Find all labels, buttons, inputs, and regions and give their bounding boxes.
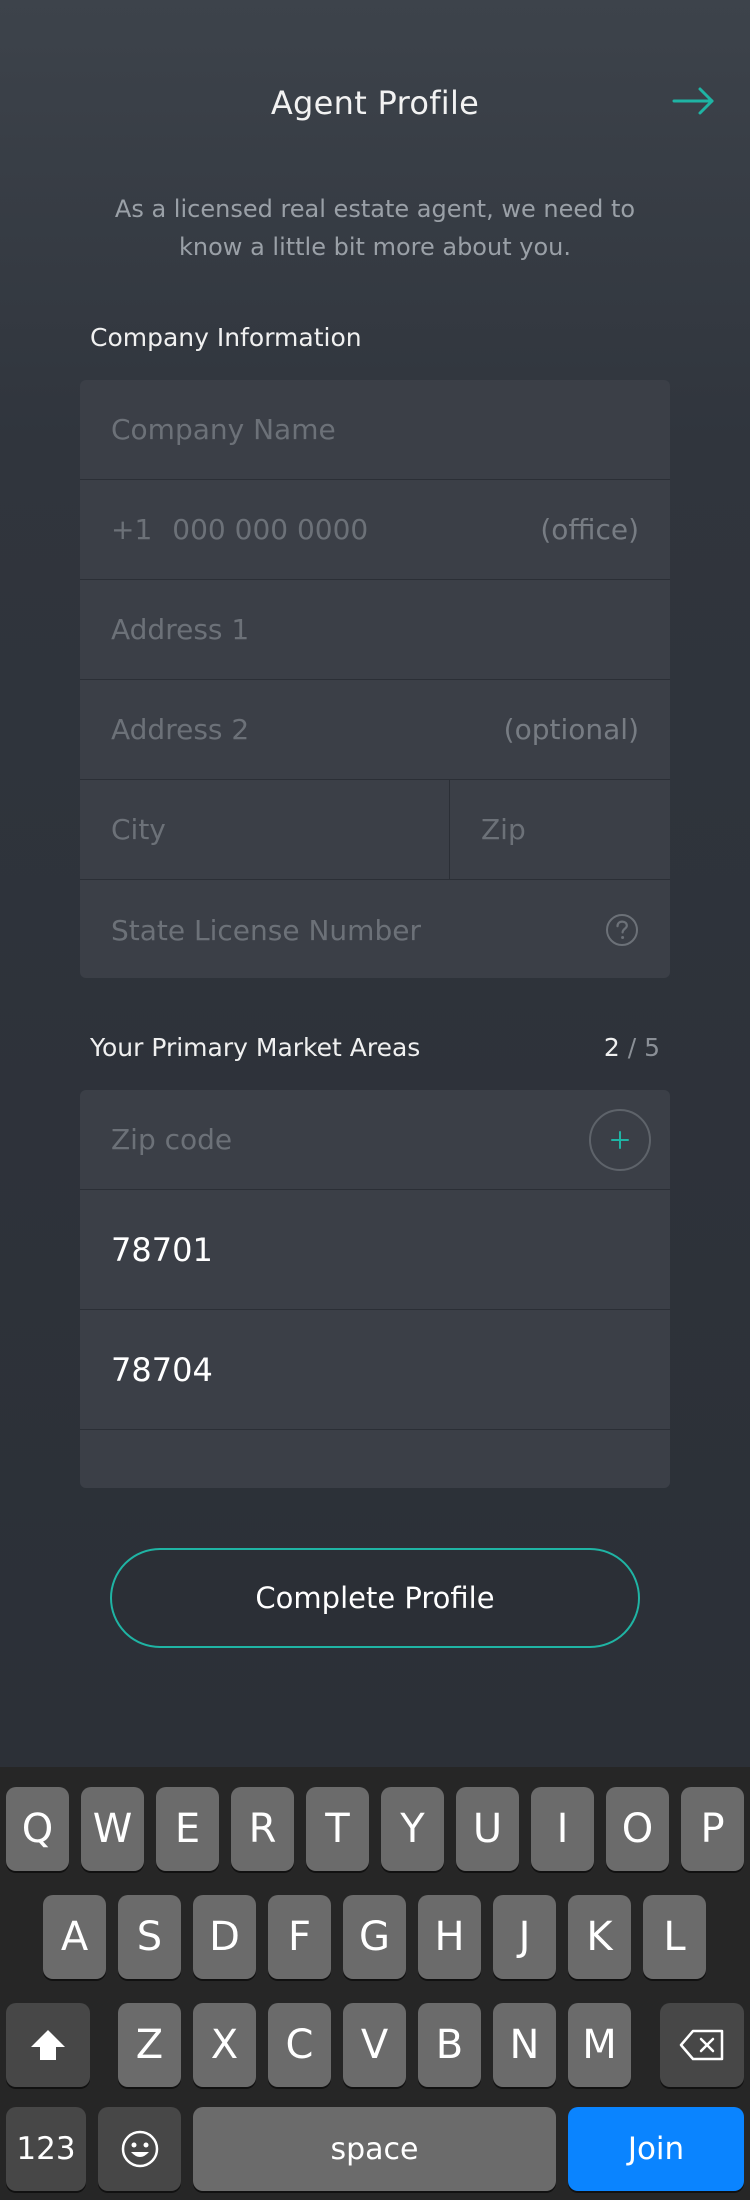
empty-market-slot (80, 1430, 670, 1488)
key-g[interactable]: G (343, 1895, 406, 1979)
office-phone-field[interactable]: +1 000 000 0000 (office) (80, 480, 670, 580)
shift-icon[interactable] (6, 2003, 90, 2087)
join-key[interactable]: Join (568, 2107, 744, 2191)
address2-suffix: (optional) (503, 713, 639, 746)
key-i[interactable]: I (531, 1787, 594, 1871)
license-placeholder: State License Number (111, 913, 421, 947)
arrow-right-icon[interactable] (672, 86, 716, 116)
market-count-current: 2 (603, 1033, 620, 1062)
key-n[interactable]: N (493, 2003, 556, 2087)
key-t[interactable]: T (306, 1787, 369, 1871)
zip-code-placeholder: Zip code (111, 1123, 233, 1156)
key-e[interactable]: E (156, 1787, 219, 1871)
zip-code-input[interactable]: Zip code (80, 1090, 670, 1190)
question-circle-icon[interactable] (605, 913, 639, 947)
key-h[interactable]: H (418, 1895, 481, 1979)
zip-field[interactable]: Zip (450, 780, 670, 879)
numbers-key[interactable]: 123 (6, 2107, 86, 2191)
key-s[interactable]: S (118, 1895, 181, 1979)
keyboard: Q W E R T Y U I O P A S D F G H J K L Z … (0, 1767, 750, 2200)
market-zip-value: 78704 (111, 1350, 213, 1389)
key-j[interactable]: J (493, 1895, 556, 1979)
phone-suffix: (office) (540, 513, 639, 546)
market-zip-item[interactable]: 78704 (80, 1310, 670, 1430)
key-l[interactable]: L (643, 1895, 706, 1979)
key-p[interactable]: P (681, 1787, 744, 1871)
key-b[interactable]: B (418, 2003, 481, 2087)
key-y[interactable]: Y (381, 1787, 444, 1871)
address1-field[interactable]: Address 1 (80, 580, 670, 680)
company-info-card: Company Name +1 000 000 0000 (office) Ad… (80, 380, 670, 978)
city-zip-row: City Zip (80, 780, 670, 880)
page-subtitle: As a licensed real estate agent, we need… (114, 195, 636, 261)
market-count: 2 / 5 (600, 1033, 660, 1062)
market-zip-item[interactable]: 78701 (80, 1190, 670, 1310)
company-name-field[interactable]: Company Name (80, 380, 670, 480)
address2-placeholder: Address 2 (111, 713, 250, 746)
space-key[interactable]: space (193, 2107, 556, 2191)
key-f[interactable]: F (268, 1895, 331, 1979)
complete-profile-button[interactable]: Complete Profile (110, 1548, 640, 1648)
license-number-field[interactable]: State License Number (80, 880, 670, 978)
key-x[interactable]: X (193, 2003, 256, 2087)
key-r[interactable]: R (231, 1787, 294, 1871)
key-u[interactable]: U (456, 1787, 519, 1871)
key-o[interactable]: O (606, 1787, 669, 1871)
market-section-label: Your Primary Market Areas (90, 1033, 421, 1062)
emoji-icon[interactable] (98, 2107, 181, 2191)
key-k[interactable]: K (568, 1895, 631, 1979)
key-z[interactable]: Z (118, 2003, 181, 2087)
key-a[interactable]: A (43, 1895, 106, 1979)
market-areas-card: Zip code 78701 78704 (80, 1090, 670, 1488)
key-c[interactable]: C (268, 2003, 331, 2087)
city-placeholder: City (111, 813, 166, 846)
backspace-icon[interactable] (660, 2003, 744, 2087)
address2-field[interactable]: Address 2 (optional) (80, 680, 670, 780)
company-name-placeholder: Company Name (111, 413, 336, 446)
city-field[interactable]: City (80, 780, 450, 879)
market-count-total: 5 (644, 1033, 660, 1062)
market-zip-value: 78701 (111, 1230, 213, 1269)
key-q[interactable]: Q (6, 1787, 69, 1871)
key-v[interactable]: V (343, 2003, 406, 2087)
plus-circle-icon[interactable] (589, 1108, 651, 1171)
zip-placeholder: Zip (481, 813, 526, 846)
company-section-label: Company Information (90, 323, 362, 352)
key-w[interactable]: W (81, 1787, 144, 1871)
phone-placeholder: 000 000 0000 (172, 513, 369, 546)
key-d[interactable]: D (193, 1895, 256, 1979)
market-count-separator: / (627, 1033, 637, 1062)
phone-country-code: +1 (111, 513, 153, 546)
key-m[interactable]: M (568, 2003, 631, 2087)
address1-placeholder: Address 1 (111, 613, 250, 646)
page-title: Agent Profile (270, 84, 480, 122)
header: Agent Profile As a licensed real estate … (0, 0, 750, 261)
